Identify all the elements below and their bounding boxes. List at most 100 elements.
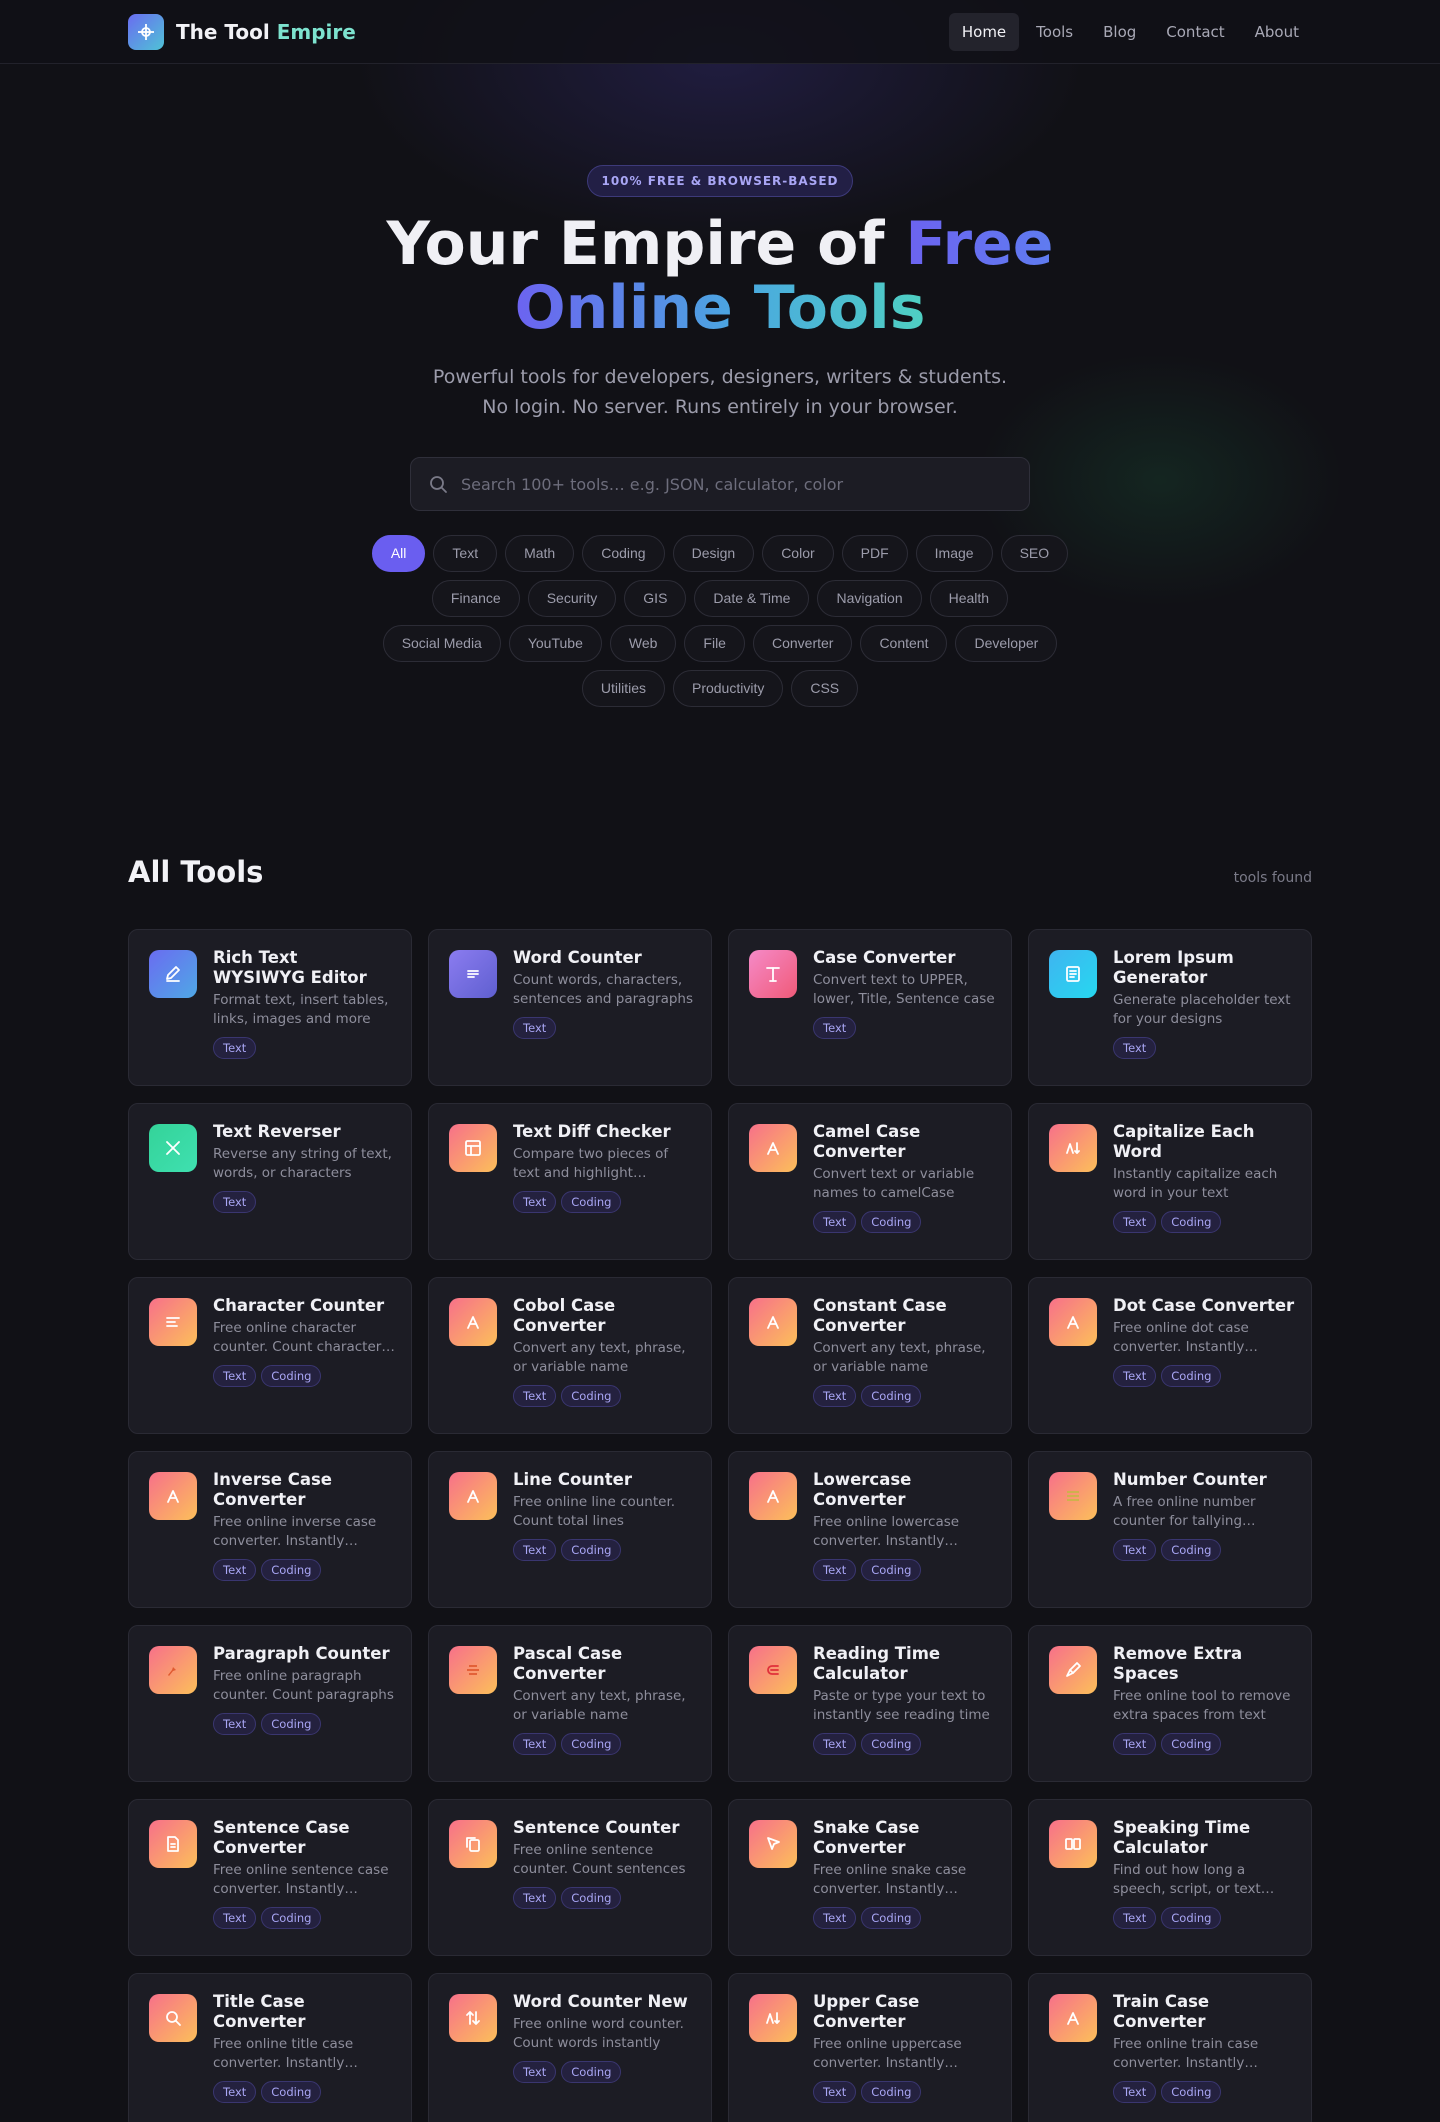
category-chip-finance[interactable]: Finance <box>431 580 520 617</box>
tag-coding[interactable]: Coding <box>1161 1211 1222 1233</box>
tag-text[interactable]: Text <box>1113 1037 1157 1059</box>
tag-text[interactable]: Text <box>813 1385 857 1407</box>
tool-card[interactable]: Reading Time Calculator Paste or type you… <box>728 1625 1012 1782</box>
tag-text[interactable]: Text <box>513 1017 557 1039</box>
category-chip-web[interactable]: Web <box>609 625 677 662</box>
tool-card[interactable]: Train Case Converter Free online train ca… <box>1028 1973 1312 2122</box>
tool-card[interactable]: Camel Case Converter Convert text or vari… <box>728 1103 1012 1260</box>
tag-text[interactable]: Text <box>1113 1365 1157 1387</box>
tag-text[interactable]: Text <box>813 1211 857 1233</box>
tag-coding[interactable]: Coding <box>561 1191 622 1213</box>
category-chip-date-time[interactable]: Date & Time <box>694 580 810 617</box>
category-chip-math[interactable]: Math <box>505 535 575 572</box>
category-chip-developer[interactable]: Developer <box>955 625 1058 662</box>
category-chip-coding[interactable]: Coding <box>582 535 665 572</box>
tool-card[interactable]: Text Reverser Reverse any string of text,… <box>128 1103 412 1260</box>
category-chip-navigation[interactable]: Navigation <box>817 580 922 617</box>
category-chip-productivity[interactable]: Productivity <box>672 670 784 707</box>
tool-card[interactable]: Capitalize Each Word Instantly capitalize… <box>1028 1103 1312 1260</box>
tag-text[interactable]: Text <box>513 1385 557 1407</box>
category-chip-file[interactable]: File <box>684 625 745 662</box>
tool-card[interactable]: Sentence Case Converter Free online sente… <box>128 1799 412 1956</box>
tool-card[interactable]: Cobol Case Converter Convert any text, ph… <box>428 1277 712 1434</box>
tool-card[interactable]: Lowercase Converter Free online lowercase… <box>728 1451 1012 1608</box>
tool-card[interactable]: Speaking Time Calculator Find out how lon… <box>1028 1799 1312 1956</box>
tool-card[interactable]: Upper Case Converter Free online uppercas… <box>728 1973 1012 2122</box>
tag-text[interactable]: Text <box>513 1733 557 1755</box>
tag-coding[interactable]: Coding <box>1161 1907 1222 1929</box>
nav-about[interactable]: About <box>1242 13 1312 51</box>
category-chip-health[interactable]: Health <box>929 580 1009 617</box>
category-chip-gis[interactable]: GIS <box>624 580 687 617</box>
tag-text[interactable]: Text <box>813 1017 857 1039</box>
tag-coding[interactable]: Coding <box>261 1713 322 1735</box>
tag-text[interactable]: Text <box>1113 1733 1157 1755</box>
category-chip-youtube[interactable]: YouTube <box>508 625 602 662</box>
tool-card[interactable]: Case Converter Convert text to UPPER, low… <box>728 929 1012 1086</box>
tag-coding[interactable]: Coding <box>561 1385 622 1407</box>
tag-text[interactable]: Text <box>813 1559 857 1581</box>
tag-coding[interactable]: Coding <box>1161 1733 1222 1755</box>
category-chip-css[interactable]: CSS <box>791 670 859 707</box>
tool-card[interactable]: Snake Case Converter Free online snake ca… <box>728 1799 1012 1956</box>
tool-card[interactable]: Inverse Case Converter Free online invers… <box>128 1451 412 1608</box>
nav-contact[interactable]: Contact <box>1153 13 1237 51</box>
category-chip-design[interactable]: Design <box>672 535 755 572</box>
tag-coding[interactable]: Coding <box>261 1365 322 1387</box>
category-chip-image[interactable]: Image <box>915 535 993 572</box>
nav-blog[interactable]: Blog <box>1090 13 1149 51</box>
category-chip-utilities[interactable]: Utilities <box>581 670 665 707</box>
search-input[interactable] <box>461 458 1011 510</box>
tag-text[interactable]: Text <box>213 1713 257 1735</box>
tag-text[interactable]: Text <box>513 1539 557 1561</box>
tag-text[interactable]: Text <box>213 1559 257 1581</box>
tag-text[interactable]: Text <box>213 1191 257 1213</box>
tag-coding[interactable]: Coding <box>261 1907 322 1929</box>
category-chip-all[interactable]: All <box>371 535 426 572</box>
tag-text[interactable]: Text <box>213 2081 257 2103</box>
tool-card[interactable]: Title Case Converter Free online title ca… <box>128 1973 412 2122</box>
category-chip-social-media[interactable]: Social Media <box>382 625 501 662</box>
tag-text[interactable]: Text <box>1113 2081 1157 2103</box>
category-chip-color[interactable]: Color <box>762 535 834 572</box>
tool-card[interactable]: Text Diff Checker Compare two pieces of t… <box>428 1103 712 1260</box>
tool-card[interactable]: Pascal Case Converter Convert any text, p… <box>428 1625 712 1782</box>
category-chip-text[interactable]: Text <box>433 535 498 572</box>
tag-text[interactable]: Text <box>213 1907 257 1929</box>
tool-card[interactable]: Character Counter Free online character c… <box>128 1277 412 1434</box>
tool-card[interactable]: Number Counter A free online number count… <box>1028 1451 1312 1608</box>
tag-text[interactable]: Text <box>813 1733 857 1755</box>
tag-text[interactable]: Text <box>1113 1211 1157 1233</box>
tag-text[interactable]: Text <box>513 1887 557 1909</box>
tool-card[interactable]: Word Counter New Free online word counter… <box>428 1973 712 2122</box>
tag-text[interactable]: Text <box>513 2061 557 2083</box>
tag-coding[interactable]: Coding <box>561 1887 622 1909</box>
tag-coding[interactable]: Coding <box>861 2081 922 2103</box>
tool-card[interactable]: Rich Text WYSIWYG Editor Format text, ins… <box>128 929 412 1086</box>
tag-text[interactable]: Text <box>1113 1907 1157 1929</box>
tool-card[interactable]: Sentence Counter Free online sentence cou… <box>428 1799 712 1956</box>
tag-coding[interactable]: Coding <box>261 1559 322 1581</box>
tag-text[interactable]: Text <box>1113 1539 1157 1561</box>
tool-card[interactable]: Lorem Ipsum Generator Generate placeholde… <box>1028 929 1312 1086</box>
tag-coding[interactable]: Coding <box>1161 1365 1222 1387</box>
category-chip-converter[interactable]: Converter <box>752 625 853 662</box>
tool-card[interactable]: Paragraph Counter Free online paragraph c… <box>128 1625 412 1782</box>
category-chip-content[interactable]: Content <box>860 625 948 662</box>
tag-coding[interactable]: Coding <box>1161 1539 1222 1561</box>
tag-text[interactable]: Text <box>213 1365 257 1387</box>
tool-card[interactable]: Word Counter Count words, characters, sen… <box>428 929 712 1086</box>
tool-card[interactable]: Constant Case Converter Convert any text,… <box>728 1277 1012 1434</box>
tag-text[interactable]: Text <box>813 1907 857 1929</box>
category-chip-security[interactable]: Security <box>527 580 617 617</box>
tag-coding[interactable]: Coding <box>861 1907 922 1929</box>
tag-coding[interactable]: Coding <box>261 2081 322 2103</box>
category-chip-pdf[interactable]: PDF <box>841 535 908 572</box>
tool-card[interactable]: Remove Extra Spaces Free online tool to r… <box>1028 1625 1312 1782</box>
tag-coding[interactable]: Coding <box>861 1211 922 1233</box>
tag-coding[interactable]: Coding <box>561 2061 622 2083</box>
tool-card[interactable]: Dot Case Converter Free online dot case c… <box>1028 1277 1312 1434</box>
nav-home[interactable]: Home <box>948 13 1020 51</box>
brand-link[interactable]: The Tool Empire <box>128 14 356 50</box>
tag-text[interactable]: Text <box>813 2081 857 2103</box>
